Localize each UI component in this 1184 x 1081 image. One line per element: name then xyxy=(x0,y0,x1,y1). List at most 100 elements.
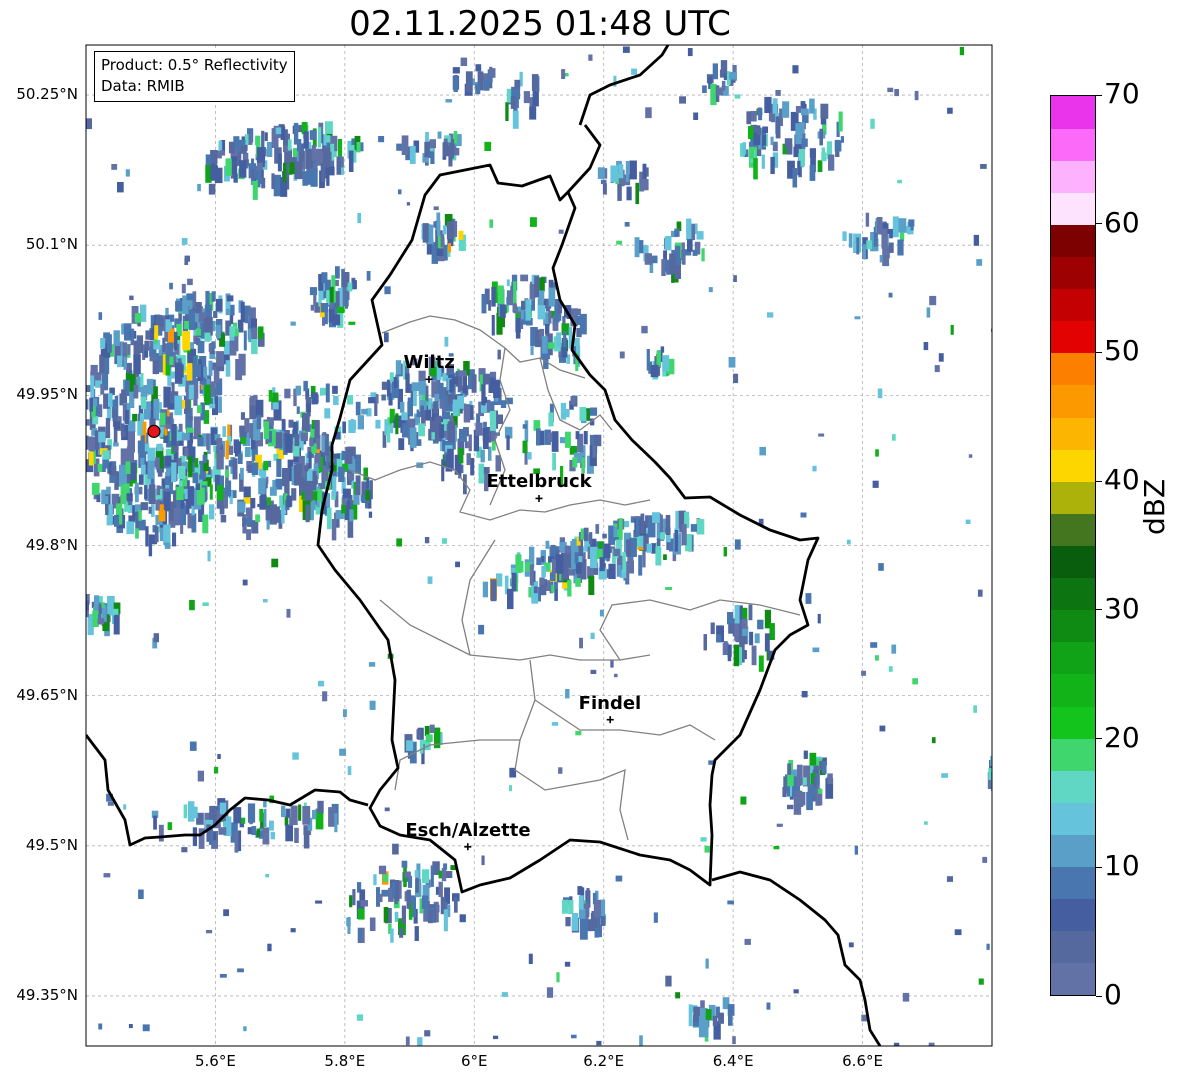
echo-cell xyxy=(753,158,758,180)
echo-cell xyxy=(242,579,248,586)
echo-cell xyxy=(255,135,261,146)
echo-cell xyxy=(387,425,391,443)
echo-cell xyxy=(284,816,289,826)
echo-cell xyxy=(178,465,186,480)
echo-cell xyxy=(638,555,643,576)
echo-cell xyxy=(209,403,216,409)
echo-cell xyxy=(366,271,371,281)
echo-cell xyxy=(180,524,184,534)
echo-cell xyxy=(216,351,224,367)
x-tick-label: 5.6°E xyxy=(195,1052,236,1070)
colorbar-tick-mark xyxy=(1096,866,1102,868)
echo-cell xyxy=(233,173,238,183)
echo-cell xyxy=(493,1035,499,1040)
echo-cell xyxy=(813,765,819,774)
echo-cell xyxy=(188,456,193,478)
echo-cell xyxy=(123,804,127,810)
echo-cell xyxy=(784,138,793,148)
echo-cell xyxy=(401,135,409,155)
echo-cell xyxy=(192,827,197,846)
echo-cell xyxy=(442,411,451,420)
echo-cell xyxy=(211,291,216,302)
echo-cell xyxy=(539,584,547,596)
echo-cell xyxy=(113,330,120,346)
echo-cell xyxy=(770,136,774,146)
echo-cell xyxy=(188,415,193,421)
echo-cell xyxy=(188,384,194,400)
echo-cell xyxy=(181,847,188,853)
echo-cell xyxy=(894,89,899,97)
echo-cell xyxy=(302,806,311,825)
echo-cell xyxy=(442,538,447,544)
echo-cell xyxy=(381,381,388,390)
echo-cell xyxy=(88,436,94,442)
echo-cell xyxy=(567,580,572,597)
echo-cell xyxy=(288,419,294,428)
echo-cell xyxy=(281,419,286,431)
echo-cell xyxy=(240,301,245,323)
echo-cell xyxy=(209,484,213,500)
echo-cell xyxy=(651,255,658,264)
echo-cell xyxy=(205,290,210,306)
echo-cell xyxy=(624,222,630,227)
colorbar-tick-mark xyxy=(1096,480,1102,482)
echo-cell xyxy=(593,434,602,447)
echo-cell xyxy=(263,461,269,471)
echo-cell xyxy=(801,691,808,698)
echo-cell xyxy=(355,475,361,496)
echo-cell xyxy=(328,807,336,827)
echo-cell xyxy=(511,572,517,592)
echo-cell xyxy=(571,1034,577,1039)
echo-cell xyxy=(728,357,736,368)
echo-cell xyxy=(219,802,227,815)
echo-cell xyxy=(183,804,188,819)
echo-cell xyxy=(310,304,314,311)
echo-cell xyxy=(163,386,171,408)
echo-cell xyxy=(551,722,559,726)
echo-cell xyxy=(381,394,386,401)
echo-cell xyxy=(113,442,119,447)
echo-cell xyxy=(480,449,485,463)
echo-cell xyxy=(923,342,929,351)
echo-cell xyxy=(807,785,816,797)
colorbar-tick-label: 50 xyxy=(1104,334,1140,368)
echo-cell xyxy=(346,917,351,927)
echo-cell xyxy=(341,450,346,461)
echo-cell xyxy=(393,376,398,388)
echo-cell xyxy=(209,504,215,520)
echo-cell xyxy=(193,416,201,437)
echo-cell xyxy=(214,766,219,774)
echo-cell xyxy=(262,827,270,845)
echo-cell xyxy=(512,304,517,313)
echo-cell xyxy=(733,275,737,282)
colorbar-segment xyxy=(1051,384,1095,418)
echo-cell xyxy=(897,179,902,184)
echo-cell xyxy=(686,218,692,240)
colorbar-segment xyxy=(1051,256,1095,290)
echo-cell xyxy=(305,148,313,169)
echo-cell xyxy=(195,302,202,314)
echo-cell xyxy=(92,416,99,425)
echo-cell xyxy=(187,278,193,286)
echo-cell xyxy=(121,389,127,402)
echo-cell xyxy=(424,141,430,158)
echo-cell xyxy=(406,740,414,751)
echo-cell xyxy=(86,435,89,450)
y-tick-label: 50.25°N xyxy=(16,85,78,104)
echo-cell xyxy=(172,532,177,547)
echo-cell xyxy=(333,453,341,459)
echo-cell xyxy=(642,163,647,180)
echo-cell xyxy=(618,518,623,540)
echo-cell xyxy=(378,136,385,143)
echo-cell xyxy=(661,259,666,276)
echo-cell xyxy=(187,486,195,506)
echo-cell xyxy=(308,451,312,469)
echo-cell xyxy=(626,186,632,201)
echo-cell xyxy=(208,343,212,352)
echo-cell xyxy=(218,140,223,151)
echo-cell xyxy=(597,167,605,179)
echo-cell xyxy=(339,748,346,756)
echo-cell xyxy=(411,382,420,391)
echo-cell xyxy=(727,612,734,625)
echo-cell xyxy=(240,467,244,480)
